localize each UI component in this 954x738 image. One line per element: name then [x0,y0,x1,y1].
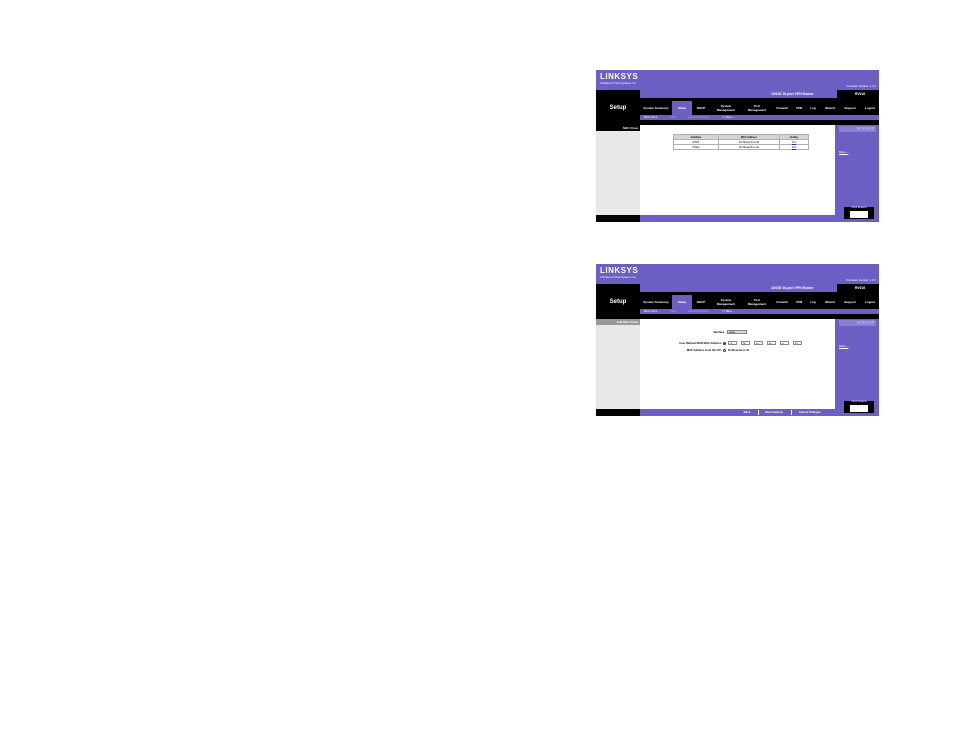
tab-system-management[interactable]: System Management [710,101,742,115]
left-footer [596,409,640,416]
mac-table: Interface MAC Address Config. WAN1 00:0E… [673,134,809,150]
tab-logout[interactable]: Logout [860,295,879,309]
subtab-dmz[interactable]: DMZ [670,309,676,314]
mac-octet-field[interactable]: aa [754,341,763,345]
main-tabs: System Summary Setup DHCP System Managem… [640,101,879,115]
page-label: MAC Clone [596,125,640,131]
header-bar: LINKSYS A Division of Cisco Systems, Inc… [596,70,879,90]
cisco-label: Cisco Systems [851,207,867,209]
cisco-logo-icon [850,405,868,412]
tab-dhcp[interactable]: DHCP [692,295,710,309]
product-name: 10/100 16-port VPN Router [771,92,814,96]
user-defined-mac-label: User Defined WAN MAC Address: [679,342,722,345]
cancel-changes-button[interactable]: Cancel Changes [793,409,827,416]
interface-select[interactable]: WAN1 [727,330,747,334]
more-link[interactable]: More... [839,344,848,348]
button-divider [791,410,792,415]
left-column [596,125,640,215]
subtab-more[interactable]: >> More... [722,115,734,120]
cell-interface: WAN2 [673,144,719,150]
tab-port-management[interactable]: Port Management [742,101,772,115]
screenshot-mac-clone: LINKSYS A Division of Cisco Systems, Inc… [596,70,879,222]
subtab-advanced-routing[interactable]: Advanced Routing [688,115,709,120]
tab-support[interactable]: Support [840,101,860,115]
section-title: Setup [609,104,627,111]
logo-subtitle: A Division of Cisco Systems, Inc. [600,276,637,279]
user-defined-mac-radio[interactable] [723,342,726,345]
tab-vpn[interactable]: VPN [792,295,806,309]
button-divider [758,410,759,415]
screenshot-edit-mac-clone: LINKSYS A Division of Cisco Systems, Inc… [596,264,879,416]
pc-mac-value: 00-0E-aa-bb-cc-df [728,349,749,352]
mac-octet-field[interactable]: 00 [728,341,737,345]
cisco-label: Cisco Systems [851,401,867,403]
edit-link[interactable]: Edit [792,146,796,149]
section-title: Setup [609,298,627,305]
tab-setup[interactable]: Setup [672,295,692,309]
mac-octet-field[interactable]: dd [793,341,802,345]
cisco-logo-icon [850,211,868,218]
firmware-version: Firmware Version: 1.1.0 [846,84,876,88]
subtab-mac-clone[interactable]: MAC Clone [644,115,657,120]
subtab-more[interactable]: >> More... [722,309,734,314]
header-bar: LINKSYS A Division of Cisco Systems, Inc… [596,264,879,284]
cell-mac: 00:0E:aa:bb:cc:de [718,144,780,150]
cisco-logo-box: Cisco Systems [844,401,874,413]
interface-label: Interface : [713,331,726,334]
left-column [596,319,640,409]
cell-config: Edit [779,144,809,150]
mac-octet-field[interactable]: 0E [741,341,750,345]
tab-log[interactable]: Log [806,101,820,115]
main-tabs: System Summary Setup DHCP System Managem… [640,295,879,309]
linksys-logo: LINKSYS [600,72,639,81]
sitemap-title: SITEMAP [839,126,876,132]
tab-dhcp[interactable]: DHCP [692,101,710,115]
subtab-dmz[interactable]: DMZ [670,115,676,120]
back-button[interactable]: Back [739,409,755,416]
pc-mac-label: MAC Address from this PC: [686,349,722,352]
page-label: Edit MAC Clone [596,319,640,325]
model-name: RV016 [841,90,879,98]
more-link[interactable]: More... [839,150,848,154]
tab-vpn[interactable]: VPN [792,101,806,115]
mac-octet-field[interactable]: bb [767,341,776,345]
cisco-logo-box: Cisco Systems [844,207,874,219]
edit-link[interactable]: Edit [792,141,796,144]
tab-system-summary[interactable]: System Summary [640,101,672,115]
tab-logout[interactable]: Logout [860,101,879,115]
model-name: RV016 [841,284,879,292]
tab-system-management[interactable]: System Management [710,295,742,309]
subtab-advanced-routing[interactable]: Advanced Routing [688,309,709,314]
firmware-version: Firmware Version: 1.1.0 [846,278,876,282]
tab-firewall[interactable]: Firewall [772,295,792,309]
tab-port-management[interactable]: Port Management [742,295,772,309]
footer-bar [640,215,835,222]
save-settings-button[interactable]: Save Settings [760,409,788,416]
left-footer [596,215,640,222]
table-row: WAN2 00:0E:aa:bb:cc:de Edit [673,144,809,150]
tab-wizard[interactable]: Wizard [820,101,840,115]
tab-wizard[interactable]: Wizard [820,295,840,309]
logo-subtitle: A Division of Cisco Systems, Inc. [600,82,637,85]
tab-system-summary[interactable]: System Summary [640,295,672,309]
mac-octet-field[interactable]: cc [780,341,789,345]
linksys-logo: LINKSYS [600,266,639,275]
tab-support[interactable]: Support [840,295,860,309]
sitemap-title: SITEMAP [839,320,876,326]
product-name: 10/100 16-port VPN Router [771,286,814,290]
tab-setup[interactable]: Setup [672,101,692,115]
subtab-mac-clone[interactable]: MAC Clone [644,309,657,314]
tab-log[interactable]: Log [806,295,820,309]
pc-mac-radio[interactable] [723,349,726,352]
tab-firewall[interactable]: Firewall [772,101,792,115]
